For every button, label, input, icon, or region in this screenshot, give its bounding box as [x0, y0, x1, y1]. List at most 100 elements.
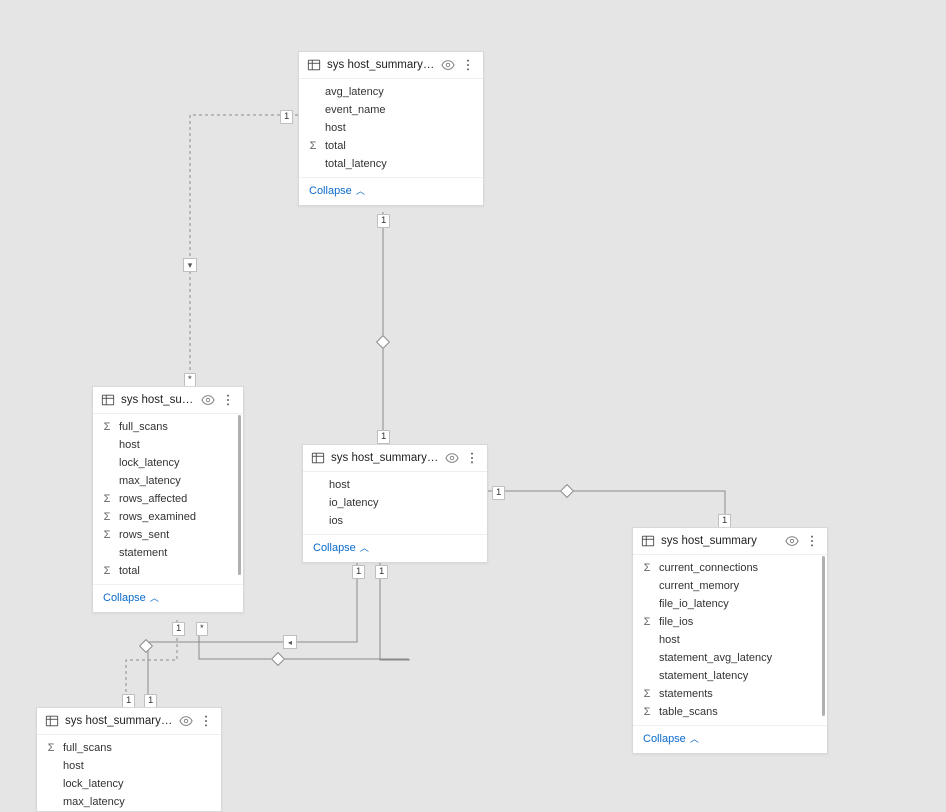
- scrollbar[interactable]: [822, 556, 825, 716]
- table-icon: [641, 534, 655, 548]
- table-title: sys host_summary: [661, 535, 779, 547]
- collapse-link[interactable]: Collapse ︿: [643, 732, 699, 745]
- cardinality-label: *: [184, 373, 196, 387]
- field-row[interactable]: host: [93, 436, 243, 454]
- field-row[interactable]: lock_latency: [93, 454, 243, 472]
- sigma-icon: Σ: [101, 565, 113, 577]
- field-row[interactable]: Σrows_sent: [93, 526, 243, 544]
- more-options-icon[interactable]: [805, 534, 819, 548]
- field-name: full_scans: [119, 421, 233, 433]
- collapse-row: Collapse︿: [303, 534, 487, 562]
- visibility-icon[interactable]: [441, 58, 455, 72]
- table-title: sys host_summary_by...: [65, 715, 173, 727]
- field-row[interactable]: Σtotal: [93, 562, 243, 580]
- field-name: io_latency: [329, 497, 477, 509]
- field-row[interactable]: Σcurrent_connections: [633, 559, 827, 577]
- field-row[interactable]: Σfull_scans: [37, 739, 221, 757]
- field-row[interactable]: Σrows_examined: [93, 508, 243, 526]
- field-name: total: [325, 140, 473, 152]
- field-name: table_scans: [659, 706, 817, 718]
- field-row[interactable]: max_latency: [37, 793, 221, 811]
- field-name: event_name: [325, 104, 473, 116]
- visibility-icon[interactable]: [201, 393, 215, 407]
- more-options-icon[interactable]: [199, 714, 213, 728]
- field-name: statement_latency: [659, 670, 817, 682]
- field-row[interactable]: host: [37, 757, 221, 775]
- field-row[interactable]: statement_latency: [633, 667, 827, 685]
- field-row[interactable]: event_name: [299, 101, 483, 119]
- field-name: rows_sent: [119, 529, 233, 541]
- diamond-marker: [559, 486, 575, 496]
- sigma-icon: Σ: [307, 140, 319, 152]
- table-card[interactable]: sys host_summary_by...host io_latencyios C…: [302, 444, 488, 563]
- sigma-icon: Σ: [641, 562, 653, 574]
- field-row[interactable]: Σtotal: [299, 137, 483, 155]
- table-card[interactable]: sys host_summary_by... Σfull_scanshost loc…: [36, 707, 222, 812]
- field-name: max_latency: [119, 475, 233, 487]
- field-name: statements: [659, 688, 817, 700]
- collapse-link[interactable]: Collapse︿: [313, 541, 369, 554]
- field-row[interactable]: statement: [93, 544, 243, 562]
- diamond-marker: [375, 337, 391, 347]
- table-card[interactable]: sys host_summary_by... avg_latency event_n…: [298, 51, 484, 206]
- field-row[interactable]: total_latency: [299, 155, 483, 173]
- field-row[interactable]: ios: [303, 512, 487, 530]
- field-name: current_connections: [659, 562, 817, 574]
- field-row[interactable]: current_memory: [633, 577, 827, 595]
- collapse-row: Collapse︿: [299, 177, 483, 205]
- diagram-canvas[interactable]: ▾ ◂ 11*1111*1111 sys host_summary_by...a…: [0, 0, 946, 792]
- field-row[interactable]: host: [303, 476, 487, 494]
- table-card[interactable]: sys host_summary_by...Σfull_scanshostloc…: [92, 386, 244, 613]
- field-row[interactable]: Σrows_affected: [93, 490, 243, 508]
- more-options-icon[interactable]: [461, 58, 475, 72]
- field-row[interactable]: Σfile_ios: [633, 613, 827, 631]
- chevron-up-icon: ︿: [150, 591, 159, 604]
- table-card-header[interactable]: sys host_summary: [633, 528, 827, 555]
- table-title: sys host_summary_by...: [327, 59, 435, 71]
- field-row[interactable]: host: [299, 119, 483, 137]
- field-row[interactable]: host: [633, 631, 827, 649]
- collapse-link[interactable]: Collapse︿: [309, 184, 365, 197]
- field-name: full_scans: [63, 742, 211, 754]
- field-row[interactable]: Σstatements: [633, 685, 827, 703]
- more-options-icon[interactable]: [465, 451, 479, 465]
- cardinality-label: 1: [172, 622, 185, 636]
- scrollbar[interactable]: [238, 415, 241, 575]
- table-card-header[interactable]: sys host_summary_by...: [93, 387, 243, 414]
- field-name: total: [119, 565, 233, 577]
- cardinality-label: 1: [377, 430, 390, 444]
- visibility-icon[interactable]: [785, 534, 799, 548]
- table-card-header[interactable]: sys host_summary_by...: [299, 52, 483, 79]
- collapse-label: Collapse: [103, 592, 146, 604]
- visibility-icon[interactable]: [445, 451, 459, 465]
- sigma-icon: Σ: [101, 493, 113, 505]
- field-name: host: [325, 122, 473, 134]
- field-row[interactable]: file_io_latency: [633, 595, 827, 613]
- field-row[interactable]: avg_latency: [299, 83, 483, 101]
- field-name: host: [659, 634, 817, 646]
- visibility-icon[interactable]: [179, 714, 193, 728]
- collapse-link[interactable]: Collapse ︿: [103, 591, 159, 604]
- field-name: host: [329, 479, 477, 491]
- more-options-icon[interactable]: [221, 393, 235, 407]
- collapse-label: Collapse: [643, 733, 686, 745]
- field-row[interactable]: max_latency: [93, 472, 243, 490]
- table-title: sys host_summary_by...: [331, 452, 439, 464]
- table-card-header[interactable]: sys host_summary_by...: [37, 708, 221, 735]
- table-card[interactable]: sys host_summaryΣcurrent_connectionscurr…: [632, 527, 828, 754]
- direction-marker: ▾: [183, 258, 197, 272]
- field-row[interactable]: lock_latency: [37, 775, 221, 793]
- chevron-up-icon: ︿: [690, 732, 699, 745]
- field-name: rows_examined: [119, 511, 233, 523]
- table-card-header[interactable]: sys host_summary_by...: [303, 445, 487, 472]
- field-name: lock_latency: [63, 778, 211, 790]
- field-row[interactable]: Σtable_scans: [633, 703, 827, 721]
- field-row[interactable]: statement_avg_latency: [633, 649, 827, 667]
- cardinality-label: 1: [375, 565, 388, 579]
- chevron-up-icon: ︿: [360, 541, 369, 554]
- field-list: host io_latencyios: [303, 472, 487, 530]
- field-list: avg_latencyevent_namehostΣtotaltotal_lat…: [299, 79, 483, 173]
- field-list: Σcurrent_connectionscurrent_memoryfile_i…: [633, 555, 827, 721]
- field-row[interactable]: Σfull_scans: [93, 418, 243, 436]
- field-row[interactable]: io_latency: [303, 494, 487, 512]
